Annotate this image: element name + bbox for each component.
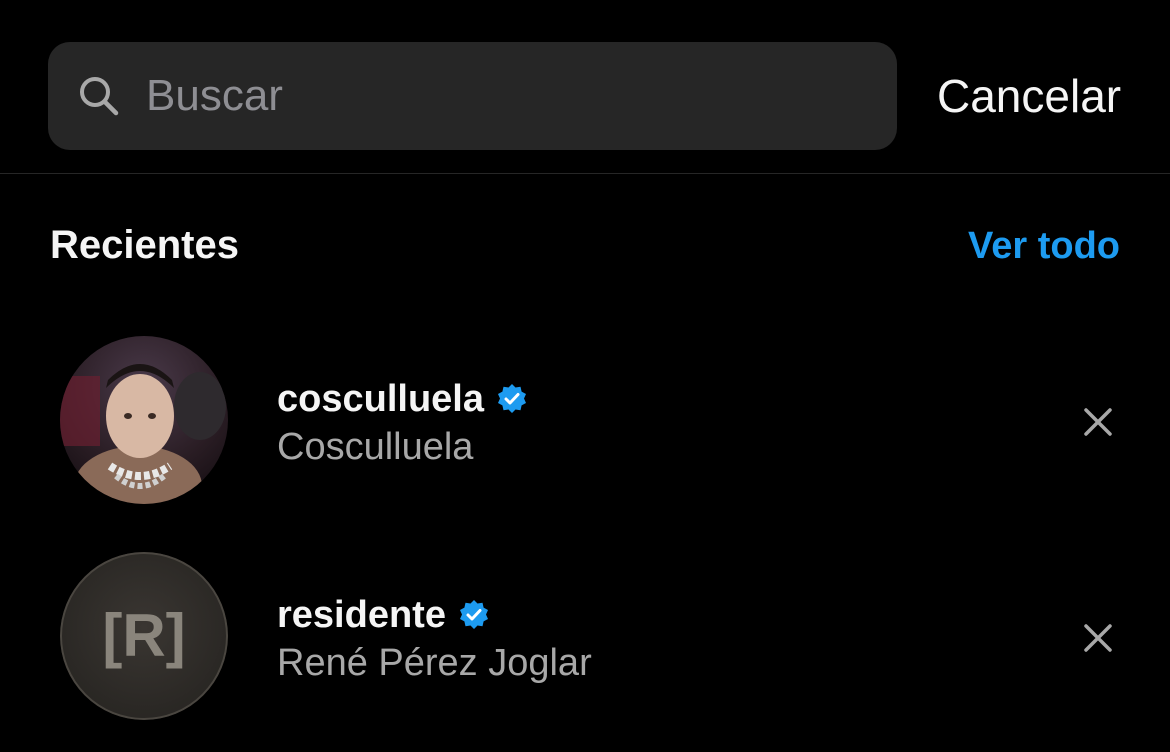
search-input[interactable] bbox=[146, 71, 846, 121]
close-icon bbox=[1084, 624, 1112, 652]
recent-item[interactable]: cosculluela Cosculluela bbox=[0, 336, 1170, 506]
search-screen: Cancelar Recientes Ver todo bbox=[0, 0, 1170, 752]
header-divider bbox=[0, 173, 1170, 174]
see-all-link[interactable]: Ver todo bbox=[968, 222, 1120, 270]
residente-logo: [R] bbox=[60, 552, 228, 720]
svg-text:[R]: [R] bbox=[102, 602, 185, 669]
username-row: cosculluela bbox=[277, 376, 528, 422]
remove-recent-button[interactable] bbox=[1076, 400, 1120, 444]
recent-item[interactable]: [R] residente René Pérez Joglar bbox=[0, 552, 1170, 722]
username: residente bbox=[277, 594, 446, 636]
cancel-button[interactable]: Cancelar bbox=[937, 66, 1121, 126]
verified-badge-icon bbox=[496, 383, 528, 415]
search-bar[interactable] bbox=[48, 42, 897, 150]
avatar[interactable]: [R] bbox=[60, 552, 228, 720]
profile-photo bbox=[60, 336, 228, 504]
search-icon bbox=[78, 75, 120, 117]
username-row: residente bbox=[277, 592, 490, 638]
full-name: Cosculluela bbox=[277, 426, 474, 468]
remove-recent-button[interactable] bbox=[1076, 616, 1120, 660]
full-name: René Pérez Joglar bbox=[277, 642, 592, 684]
verified-badge-icon bbox=[458, 599, 490, 631]
avatar[interactable] bbox=[60, 336, 228, 504]
username: cosculluela bbox=[277, 378, 484, 420]
recents-title: Recientes bbox=[50, 223, 239, 267]
close-icon bbox=[1084, 408, 1112, 436]
